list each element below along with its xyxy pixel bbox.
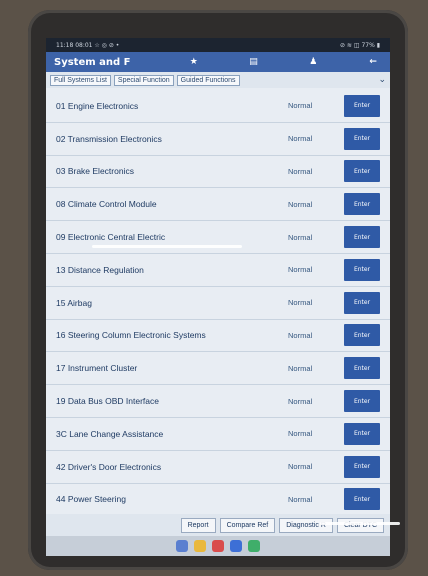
system-status: Normal	[288, 265, 313, 275]
system-status: Normal	[288, 396, 313, 406]
enter-button[interactable]: Enter	[344, 193, 380, 216]
system-label: 08 Climate Control Module	[56, 199, 157, 210]
system-status: Normal	[288, 330, 313, 340]
enter-button[interactable]: Enter	[344, 390, 380, 413]
screen-glare	[92, 245, 242, 248]
tab-full-systems-list[interactable]: Full Systems List	[50, 74, 111, 86]
tab-special-function[interactable]: Special Function	[113, 74, 174, 86]
enter-button[interactable]: Enter	[344, 488, 380, 511]
list-item[interactable]: 17 Instrument Cluster Normal Enter	[46, 352, 390, 386]
system-label: 42 Driver's Door Electronics	[56, 461, 162, 472]
diagnostic-report-button[interactable]: Diagnostic R	[279, 517, 333, 533]
status-time: 11:18 08:01 ☆ ◎ ⊘ •	[56, 41, 120, 49]
system-status: Normal	[288, 199, 313, 209]
status-bar: 11:18 08:01 ☆ ◎ ⊘ • ⊘ ≋ ◫ 77% ▮	[46, 38, 390, 52]
enter-button[interactable]: Enter	[344, 422, 380, 445]
system-label: 03 Brake Electronics	[56, 166, 134, 177]
system-status: Normal	[288, 232, 313, 242]
android-nav-bar	[46, 536, 390, 556]
bottom-action-bar: Report Compare Ref Diagnostic R Clear DT…	[46, 514, 390, 536]
system-label: 13 Distance Regulation	[56, 264, 144, 275]
list-item[interactable]: 03 Brake Electronics Normal Enter	[46, 156, 390, 189]
list-item[interactable]: 16 Steering Column Electronic Systems Nor…	[46, 320, 390, 353]
tablet-device: 11:18 08:01 ☆ ◎ ⊘ • ⊘ ≋ ◫ 77% ▮ System a…	[28, 10, 408, 570]
system-label: 09 Electronic Central Electric	[56, 232, 166, 243]
system-label: 15 Airbag	[56, 297, 92, 308]
status-icons: ⊘ ≋ ◫ 77% ▮	[340, 41, 380, 49]
enter-button[interactable]: Enter	[344, 127, 380, 150]
list-item[interactable]: 02 Transmission Electronics Normal Enter	[46, 123, 390, 156]
list-item[interactable]: 15 Airbag Normal Enter	[46, 287, 390, 320]
tablet-screen: 11:18 08:01 ☆ ◎ ⊘ • ⊘ ≋ ◫ 77% ▮ System a…	[46, 38, 390, 556]
app-dock-icon[interactable]	[248, 540, 260, 552]
app-dock-icon[interactable]	[230, 540, 242, 552]
enter-button[interactable]: Enter	[344, 94, 380, 117]
compare-ref-button[interactable]: Compare Ref	[219, 517, 276, 533]
list-item[interactable]: 42 Driver's Door Electronics Normal Enter	[46, 451, 390, 484]
enter-button[interactable]: Enter	[344, 324, 380, 347]
enter-button[interactable]: Enter	[344, 357, 380, 380]
list-item[interactable]: 3C Lane Change Assistance Normal Enter	[46, 418, 390, 451]
system-label: 01 Engine Electronics	[56, 100, 139, 111]
list-item[interactable]: 08 Climate Control Module Normal Enter	[46, 188, 390, 222]
system-label: 3C Lane Change Assistance	[56, 428, 164, 439]
system-label: 02 Transmission Electronics	[56, 133, 162, 144]
report-button[interactable]: Report	[180, 517, 216, 533]
enter-button[interactable]: Enter	[344, 455, 380, 478]
system-status: Normal	[288, 101, 313, 111]
app-dock-icon[interactable]	[176, 540, 188, 552]
app-dock-icon[interactable]	[194, 540, 206, 552]
enter-button[interactable]: Enter	[344, 291, 380, 314]
list-item[interactable]: 01 Engine Electronics Normal Enter	[46, 90, 390, 123]
enter-button[interactable]: Enter	[344, 160, 380, 183]
list-item[interactable]: 13 Distance Regulation Normal Enter	[46, 254, 390, 287]
document-icon[interactable]: ▤	[245, 55, 263, 69]
clear-dtc-button[interactable]: Clear DTC	[336, 517, 384, 533]
system-status: Normal	[288, 298, 313, 308]
systems-list: 01 Engine Electronics Normal Enter 02 Tran…	[46, 90, 390, 517]
system-status: Normal	[288, 363, 313, 373]
system-status: Normal	[288, 429, 313, 439]
system-status: Normal	[288, 494, 313, 504]
enter-button[interactable]: Enter	[344, 226, 380, 249]
system-label: 44 Power Steering	[56, 494, 126, 505]
list-item[interactable]: 19 Data Bus OBD Interface Normal Enter	[46, 385, 390, 418]
back-arrow-icon[interactable]: ←	[364, 55, 382, 69]
app-bar: System and F ★ ▤ ♟ ←	[46, 52, 390, 72]
enter-button[interactable]: Enter	[344, 258, 380, 281]
system-status: Normal	[288, 134, 313, 144]
person-icon[interactable]: ♟	[304, 55, 322, 69]
tab-bar: Full Systems List Special Function Guide…	[46, 72, 390, 88]
star-icon[interactable]: ★	[185, 55, 203, 69]
app-title: System and F	[54, 56, 131, 68]
app-dock-icon[interactable]	[212, 540, 224, 552]
system-label: 19 Data Bus OBD Interface	[56, 396, 159, 407]
list-item[interactable]: 09 Electronic Central Electric Normal Ente…	[46, 221, 390, 254]
system-status: Normal	[288, 166, 313, 176]
chevron-down-icon[interactable]: ⌄	[378, 75, 386, 85]
system-status: Normal	[288, 462, 313, 472]
list-item[interactable]: 44 Power Steering Normal Enter	[46, 484, 390, 517]
system-label: 16 Steering Column Electronic Systems	[56, 330, 206, 341]
tab-guided-functions[interactable]: Guided Functions	[176, 74, 240, 86]
system-label: 17 Instrument Cluster	[56, 363, 138, 374]
screen-glare	[320, 522, 400, 525]
